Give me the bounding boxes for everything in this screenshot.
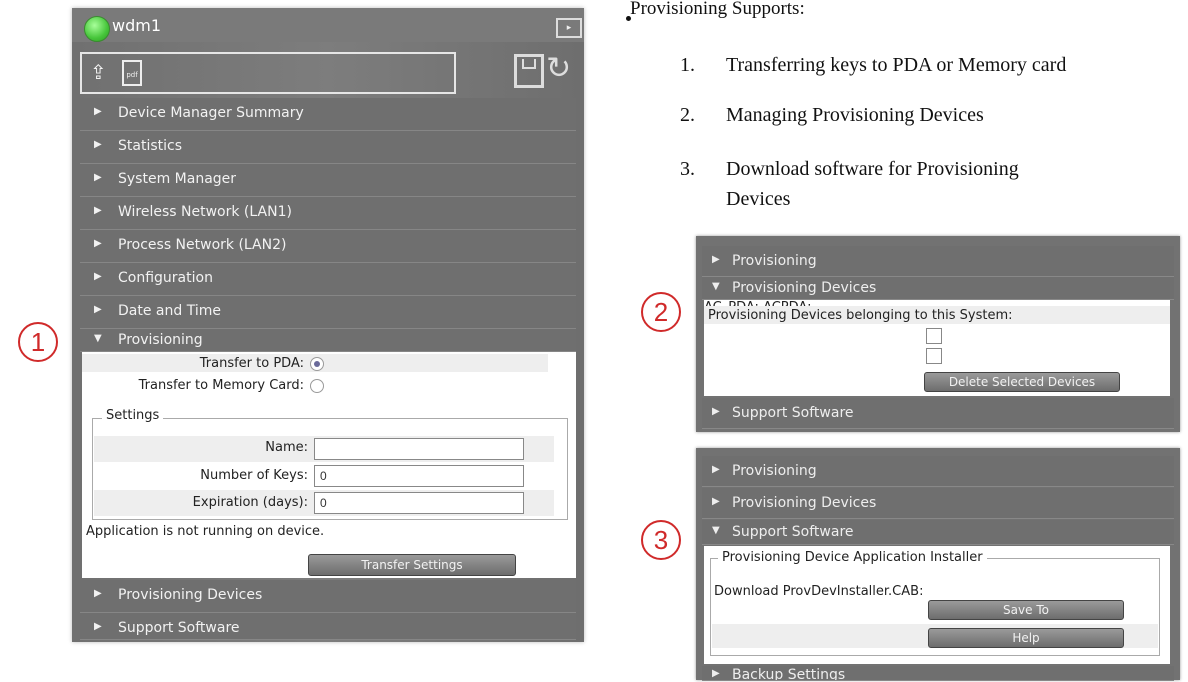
bullet-text: Transferring keys to PDA or Memory card — [726, 54, 1067, 76]
provisioning-devices-panel: ▶ Provisioning ▼ Provisioning Devices Pr… — [696, 236, 1180, 432]
bullet-text-continued: Devices — [726, 188, 791, 210]
support-software-content: Provisioning Device Application Installe… — [704, 546, 1170, 664]
menu-item-system-manager[interactable]: ▶ System Manager — [80, 164, 576, 197]
expand-arrow-icon: ▶ — [94, 304, 102, 315]
menu-item-provisioning[interactable]: ▶ Provisioning — [702, 456, 1174, 487]
name-label: Name: — [265, 440, 308, 455]
menu-item-label: Provisioning Devices — [118, 587, 263, 603]
expand-arrow-icon: ▶ — [94, 238, 102, 249]
help-button[interactable]: Help — [928, 628, 1124, 648]
device-manager-panel: wdm1 ▸ ⇪ pdf ↻ ▶ Device Manager Summary … — [72, 8, 584, 642]
menu-item-label: Support Software — [732, 524, 854, 540]
provisioning-content: Transfer to PDA: Transfer to Memory Card… — [82, 352, 576, 578]
menu-item-backup-settings[interactable]: ▶ Backup Settings — [702, 666, 1174, 681]
bullet-number: 1. — [680, 54, 695, 76]
download-label: Download ProvDevInstaller.CAB: — [714, 584, 924, 599]
menu-item-label: Provisioning — [118, 332, 203, 348]
transfer-settings-button[interactable]: Transfer Settings — [308, 554, 516, 576]
callout-1: 1 — [18, 322, 58, 362]
delete-selected-devices-button[interactable]: Delete Selected Devices — [924, 372, 1120, 392]
status-indicator-icon — [84, 16, 110, 42]
collapse-arrow-icon: ▼ — [712, 281, 720, 292]
menu-item-provisioning[interactable]: ▶ Provisioning — [702, 246, 1174, 277]
transfer-to-memory-radio[interactable] — [310, 379, 324, 393]
expand-arrow-icon: ▶ — [94, 106, 102, 117]
menu-item-label: Device Manager Summary — [118, 105, 304, 121]
menu-item-provisioning-devices[interactable]: ▶ Provisioning Devices — [80, 580, 576, 613]
device-checkbox-ac-pda[interactable] — [926, 328, 942, 344]
name-input[interactable] — [314, 438, 524, 460]
menu-item-label: Provisioning — [732, 253, 817, 269]
bullet-number: 3. — [680, 158, 695, 180]
menu-item-provisioning-devices[interactable]: ▶ Provisioning Devices — [702, 488, 1174, 519]
support-software-panel: ▶ Provisioning ▶ Provisioning Devices ▼ … — [696, 448, 1180, 681]
upload-icon[interactable]: ⇪ — [90, 60, 107, 84]
bullet-number: 2. — [680, 104, 695, 126]
panel-titlebar: wdm1 ▸ — [72, 8, 584, 42]
callout-3: 3 — [641, 520, 681, 560]
window-toggle-button[interactable]: ▸ — [556, 18, 582, 38]
menu-item-configuration[interactable]: ▶ Configuration — [80, 263, 576, 296]
bullet-text: Managing Provisioning Devices — [726, 104, 984, 126]
transfer-to-pda-radio[interactable] — [310, 357, 324, 371]
menu-item-label: System Manager — [118, 171, 237, 187]
status-text: Application is not running on device. — [86, 524, 325, 539]
menu-item-process-network[interactable]: ▶ Process Network (LAN2) — [80, 230, 576, 263]
collapse-arrow-icon: ▼ — [94, 333, 102, 344]
number-of-keys-input[interactable] — [314, 465, 524, 487]
menu-item-date-and-time[interactable]: ▶ Date and Time — [80, 296, 576, 329]
bullet-text: Download software for Provisioning — [726, 158, 1019, 180]
expand-arrow-icon: ▶ — [712, 254, 720, 265]
menu-item-label: Provisioning — [732, 463, 817, 479]
refresh-icon[interactable]: ↻ — [546, 54, 571, 84]
number-of-keys-label: Number of Keys: — [200, 468, 308, 483]
transfer-to-memory-label: Transfer to Memory Card: — [138, 378, 304, 393]
expand-arrow-icon: ▶ — [94, 205, 102, 216]
installer-legend: Provisioning Device Application Installe… — [718, 550, 987, 565]
expand-arrow-icon: ▶ — [712, 668, 720, 679]
menu-item-support-software[interactable]: ▼ Support Software — [702, 520, 1174, 545]
menu-item-provisioning[interactable]: ▼ Provisioning — [80, 329, 576, 352]
expand-arrow-icon: ▶ — [94, 172, 102, 183]
expand-arrow-icon: ▶ — [94, 588, 102, 599]
expand-arrow-icon: ▶ — [712, 464, 720, 475]
settings-legend: Settings — [102, 408, 164, 423]
save-to-button[interactable]: Save To — [928, 600, 1124, 620]
menu-item-label: Backup Settings — [732, 667, 846, 681]
device-title: wdm1 — [112, 16, 162, 35]
menu-item-label: Support Software — [732, 405, 854, 421]
menu-item-label: Support Software — [118, 620, 240, 636]
expand-arrow-icon: ▶ — [712, 496, 720, 507]
menu-item-wireless-network[interactable]: ▶ Wireless Network (LAN1) — [80, 197, 576, 230]
menu-item-label: Provisioning Devices — [732, 495, 877, 511]
menu-item-support-software[interactable]: ▶ Support Software — [702, 398, 1174, 429]
callout-2: 2 — [641, 292, 681, 332]
menu-item-device-manager-summary[interactable]: ▶ Device Manager Summary — [80, 98, 576, 131]
bullet-heading: Provisioning Supports: — [630, 0, 805, 19]
expiration-label: Expiration (days): — [192, 495, 308, 510]
expiration-input[interactable] — [314, 492, 524, 514]
document-icon[interactable]: pdf — [122, 60, 142, 86]
menu-item-statistics[interactable]: ▶ Statistics — [80, 131, 576, 164]
menu-item-label: Provisioning Devices — [732, 280, 877, 296]
expand-arrow-icon: ▶ — [94, 139, 102, 150]
menu-item-label: Statistics — [118, 138, 182, 154]
transfer-to-pda-label: Transfer to PDA: — [199, 356, 304, 371]
provisioning-devices-content: Provisioning Devices belonging to this S… — [704, 300, 1170, 396]
device-checkbox-acpda[interactable] — [926, 348, 942, 364]
menu-item-label: Wireless Network (LAN1) — [118, 204, 292, 220]
menu-item-label: Configuration — [118, 270, 213, 286]
expand-arrow-icon: ▶ — [94, 621, 102, 632]
menu-item-provisioning-devices[interactable]: ▼ Provisioning Devices — [702, 277, 1174, 300]
collapse-arrow-icon: ▼ — [712, 525, 720, 536]
menu-item-support-software[interactable]: ▶ Support Software — [80, 613, 576, 640]
menu-item-label: Date and Time — [118, 303, 221, 319]
devices-heading: Provisioning Devices belonging to this S… — [708, 308, 1013, 323]
save-icon[interactable] — [514, 54, 544, 88]
expand-arrow-icon: ▶ — [712, 406, 720, 417]
menu-item-label: Process Network (LAN2) — [118, 237, 287, 253]
expand-arrow-icon: ▶ — [94, 271, 102, 282]
toolbar: ⇪ pdf — [80, 52, 456, 94]
